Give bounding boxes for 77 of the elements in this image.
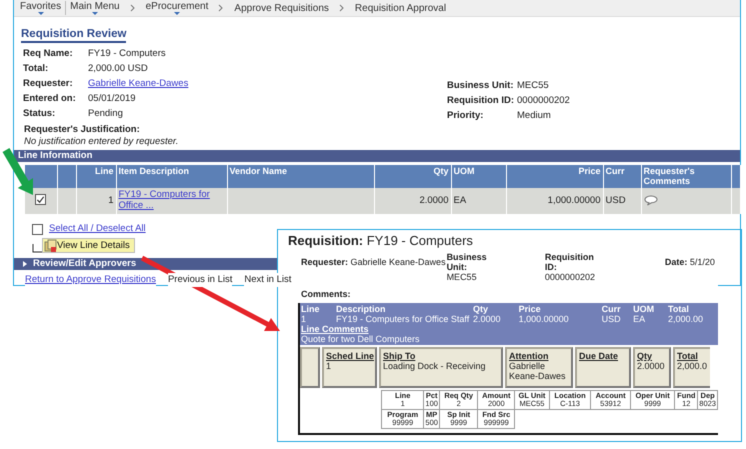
- breadcrumb-link[interactable]: Approve Requisitions: [230, 0, 333, 16]
- breadcrumb-link[interactable]: eProcurement: [142, 0, 212, 16]
- table-cell: EA: [633, 314, 646, 324]
- table-cell: Due Date: [575, 347, 631, 388]
- column-header[interactable]: Curr: [602, 304, 621, 314]
- table-cell: 2.0000: [419, 195, 448, 206]
- field-label: Priority:: [447, 109, 484, 123]
- line-comments-label[interactable]: Line Comments: [301, 324, 369, 334]
- caret-icon: [92, 12, 98, 15]
- field-value: 0000000202: [517, 95, 570, 106]
- section-header: Line Information: [14, 150, 740, 162]
- nav-text: Previous in List: [168, 272, 232, 287]
- table-cell: 1: [301, 314, 306, 324]
- table-cell: Sched Line 1: [322, 347, 377, 388]
- table-cell: Ship To Loading Dock - Receiving: [379, 347, 503, 388]
- chevron-icon: [130, 4, 136, 12]
- triangle-icon: [22, 260, 28, 266]
- field-label: Requester:: [23, 77, 74, 91]
- field-label: Business Unit:: [447, 79, 515, 93]
- table-cell: 2,000.00: [668, 314, 704, 324]
- field-label: Total:: [23, 62, 50, 76]
- table-cell: Qty 2.0000: [633, 347, 671, 388]
- breadcrumb-link[interactable]: Main Menu: [66, 0, 124, 16]
- table-cell: 2.0000: [473, 314, 501, 324]
- section-header[interactable]: Review/Edit Approvers: [14, 258, 277, 270]
- table-cell: 1,000.00000: [548, 195, 600, 206]
- header-field: Requester: Gabrielle Keane-Dawes: [301, 257, 447, 267]
- caret-icon: [38, 12, 44, 15]
- table-cell: USD: [606, 195, 626, 206]
- table-cell: 1,000.00000: [518, 314, 569, 324]
- table-cell: FY19 - Computers for Office Staff: [336, 314, 470, 324]
- field-value: Medium: [517, 110, 551, 121]
- header-field: Business Unit: MEC55: [446, 252, 494, 282]
- column-header[interactable]: Description: [336, 304, 386, 314]
- column-header[interactable]: UOM: [633, 304, 654, 314]
- view-line-details-button[interactable]: View Line Details: [42, 238, 135, 252]
- breadcrumb-link[interactable]: Favorites: [16, 0, 66, 16]
- field-value: 05/01/2019: [88, 93, 136, 104]
- nav-text: Next in List: [244, 272, 292, 287]
- table-cell: USD: [602, 314, 621, 324]
- requester-link[interactable]: Gabrielle Keane-Dawes: [88, 78, 188, 89]
- checkbox[interactable]: [32, 224, 43, 235]
- caret-icon: [174, 12, 180, 15]
- field-label: Req Name:: [23, 47, 74, 61]
- return-link[interactable]: Return to Approve Requisitions: [25, 272, 156, 287]
- field-value: 2,000.00 USD: [88, 63, 148, 74]
- table-cell: EA: [454, 195, 466, 206]
- check-icon: [36, 194, 46, 204]
- tree-line-icon: [32, 244, 42, 252]
- header-field: Date: 5/1/20: [664, 257, 718, 267]
- field-value: Pending: [88, 108, 123, 119]
- justification-label: Requester's Justification:: [24, 124, 141, 136]
- select-all-link[interactable]: Select All / Deselect All: [49, 222, 146, 236]
- column-header[interactable]: Qty: [473, 304, 488, 314]
- chevron-icon: [338, 4, 345, 12]
- chevron-icon: [218, 4, 224, 12]
- page-title: Requisition Review: [21, 27, 126, 43]
- column-header[interactable]: Price: [518, 304, 541, 314]
- field-label: Entered on:: [23, 92, 77, 106]
- field-label: Status:: [23, 107, 56, 121]
- field-value: FY19 - Computers: [88, 48, 166, 59]
- table-cell: Total 2,000.0: [673, 347, 710, 388]
- field-label: Requisition ID:: [447, 94, 516, 108]
- line-comment: Quote for two Dell Computers: [301, 334, 421, 344]
- document-icon: [44, 238, 57, 252]
- field-value: MEC55: [517, 80, 549, 91]
- table-cell: [300, 347, 320, 388]
- header-field: Requisition ID: 0000000202: [544, 252, 602, 282]
- table-cell: Attention Gabrielle Keane-Dawes: [505, 347, 573, 388]
- table-cell: 1: [108, 195, 114, 206]
- document-title: Requisition: FY19 - Computers: [288, 233, 474, 248]
- column-header[interactable]: Line: [301, 304, 320, 314]
- breadcrumb-link[interactable]: Requisition Approval: [350, 0, 450, 16]
- comments-label: Comments:: [301, 289, 352, 299]
- checkbox[interactable]: [35, 194, 46, 204]
- column-header[interactable]: Total: [668, 304, 689, 314]
- justification-text: No justification entered by requester.: [24, 136, 180, 148]
